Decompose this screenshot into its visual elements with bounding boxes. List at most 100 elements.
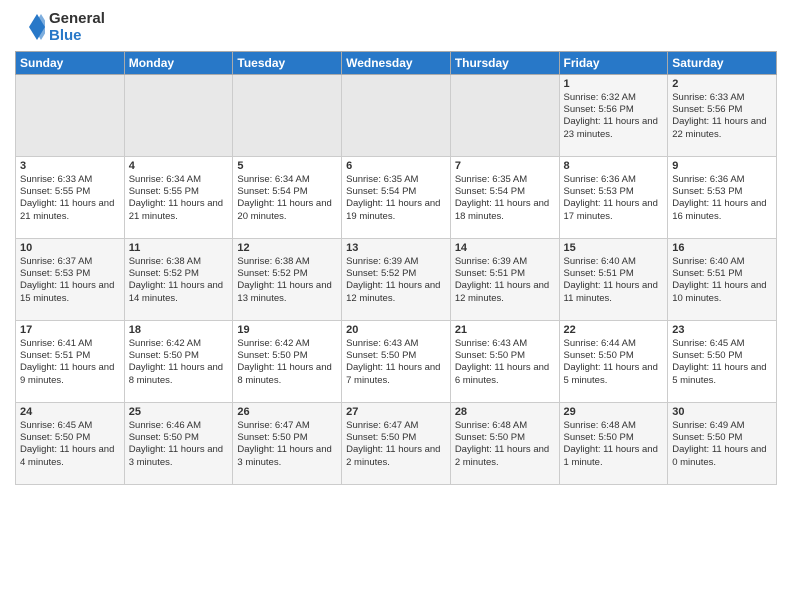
cell-info: Sunrise: 6:45 AM — [672, 338, 772, 350]
day-number: 5 — [237, 160, 337, 172]
day-number: 13 — [346, 242, 446, 254]
cell-info: Daylight: 11 hours and 6 minutes. — [455, 362, 555, 387]
day-number: 8 — [564, 160, 664, 172]
calendar-cell: 25 Sunrise: 6:46 AMSunset: 5:50 PMDayligh… — [124, 402, 233, 484]
calendar-cell: 6Sunrise: 6:35 AMSunset: 5:54 PMDaylight… — [342, 156, 451, 238]
calendar-cell: 10Sunrise: 6:37 AMSunset: 5:53 PMDayligh… — [16, 238, 125, 320]
day-number: 10 — [20, 242, 120, 254]
cell-info: Daylight: 11 hours and 12 minutes. — [455, 280, 555, 305]
calendar-cell: 15Sunrise: 6:40 AMSunset: 5:51 PMDayligh… — [559, 238, 668, 320]
cell-info: Sunset: 5:50 PM — [129, 350, 229, 362]
cell-info: Sunrise: 6:42 AM — [129, 338, 229, 350]
logo-area: General Blue — [15, 10, 105, 45]
day-number: 23 — [672, 324, 772, 336]
calendar-cell: 24Sunrise: 6:45 AMSunset: 5:50 PMDayligh… — [16, 402, 125, 484]
logo: General Blue — [15, 10, 105, 45]
cell-info: Daylight: 11 hours and 8 minutes. — [237, 362, 337, 387]
day-number: 14 — [455, 242, 555, 254]
cell-info: Daylight: 11 hours and 21 minutes. — [20, 198, 120, 223]
day-number: 2 — [672, 78, 772, 90]
calendar-cell: 14Sunrise: 6:39 AMSunset: 5:51 PMDayligh… — [450, 238, 559, 320]
day-number: 4 — [129, 160, 229, 172]
cell-info: Sunrise: 6:34 AM — [129, 174, 229, 186]
cell-info: Daylight: 11 hours and 14 minutes. — [129, 280, 229, 305]
cell-info: Sunrise: 6:35 AM — [455, 174, 555, 186]
calendar-cell: 3Sunrise: 6:33 AMSunset: 5:55 PMDaylight… — [16, 156, 125, 238]
cell-info: Sunset: 5:52 PM — [346, 268, 446, 280]
cell-info: Daylight: 11 hours and 15 minutes. — [20, 280, 120, 305]
calendar-cell: 2Sunrise: 6:33 AMSunset: 5:56 PMDaylight… — [668, 74, 777, 156]
calendar-week-1: 1Sunrise: 6:32 AMSunset: 5:56 PMDaylight… — [16, 74, 777, 156]
page: General Blue SundayMondayTuesdayWednesda… — [0, 0, 792, 612]
calendar-cell: 19Sunrise: 6:42 AMSunset: 5:50 PMDayligh… — [233, 320, 342, 402]
calendar-cell: 30Sunrise: 6:49 AMSunset: 5:50 PMDayligh… — [668, 402, 777, 484]
cell-info: Sunset: 5:54 PM — [346, 186, 446, 198]
cell-info: Sunrise: 6:44 AM — [564, 338, 664, 350]
day-number: 30 — [672, 406, 772, 418]
cell-info: Sunrise: 6:45 AM — [20, 420, 120, 432]
cell-info: Sunset: 5:51 PM — [564, 268, 664, 280]
cell-info: Sunrise: 6:49 AM — [672, 420, 772, 432]
cell-info: Daylight: 11 hours and 9 minutes. — [20, 362, 120, 387]
header-day-friday: Friday — [559, 51, 668, 74]
calendar-cell: 20Sunrise: 6:43 AMSunset: 5:50 PMDayligh… — [342, 320, 451, 402]
cell-info: Daylight: 11 hours and 1 minute. — [564, 444, 664, 469]
header-day-tuesday: Tuesday — [233, 51, 342, 74]
cell-info: Sunrise: 6:41 AM — [20, 338, 120, 350]
day-number: 26 — [237, 406, 337, 418]
calendar-cell: 16Sunrise: 6:40 AMSunset: 5:51 PMDayligh… — [668, 238, 777, 320]
cell-info: Daylight: 11 hours and 21 minutes. — [129, 198, 229, 223]
cell-info: Sunrise: 6:38 AM — [237, 256, 337, 268]
cell-info: Sunset: 5:55 PM — [129, 186, 229, 198]
cell-info: Sunrise: 6:46 AM — [129, 420, 229, 432]
day-number: 22 — [564, 324, 664, 336]
calendar-header-row: SundayMondayTuesdayWednesdayThursdayFrid… — [16, 51, 777, 74]
cell-info: Sunset: 5:50 PM — [346, 350, 446, 362]
cell-info: Sunrise: 6:43 AM — [346, 338, 446, 350]
cell-info: Sunset: 5:53 PM — [564, 186, 664, 198]
calendar-cell: 11Sunrise: 6:38 AMSunset: 5:52 PMDayligh… — [124, 238, 233, 320]
day-number: 25 — [129, 406, 229, 418]
day-number: 7 — [455, 160, 555, 172]
day-number: 15 — [564, 242, 664, 254]
cell-info: Sunset: 5:52 PM — [237, 268, 337, 280]
day-number: 20 — [346, 324, 446, 336]
cell-info: Daylight: 11 hours and 17 minutes. — [564, 198, 664, 223]
cell-info: Sunrise: 6:42 AM — [237, 338, 337, 350]
cell-info: Sunrise: 6:32 AM — [564, 92, 664, 104]
cell-info: Sunset: 5:51 PM — [672, 268, 772, 280]
day-number: 11 — [129, 242, 229, 254]
day-number: 28 — [455, 406, 555, 418]
calendar-week-3: 10Sunrise: 6:37 AMSunset: 5:53 PMDayligh… — [16, 238, 777, 320]
cell-info: Sunset: 5:54 PM — [455, 186, 555, 198]
calendar-table: SundayMondayTuesdayWednesdayThursdayFrid… — [15, 51, 777, 485]
calendar-cell: 17Sunrise: 6:41 AMSunset: 5:51 PMDayligh… — [16, 320, 125, 402]
day-number: 9 — [672, 160, 772, 172]
logo-blue-word: Blue — [49, 27, 105, 44]
cell-info: Daylight: 11 hours and 5 minutes. — [672, 362, 772, 387]
cell-info: Sunset: 5:50 PM — [346, 432, 446, 444]
day-number: 16 — [672, 242, 772, 254]
cell-info: Daylight: 11 hours and 2 minutes. — [346, 444, 446, 469]
header-day-sunday: Sunday — [16, 51, 125, 74]
cell-info: Sunrise: 6:40 AM — [672, 256, 772, 268]
day-number: 1 — [564, 78, 664, 90]
cell-info: Sunset: 5:50 PM — [237, 350, 337, 362]
cell-info: Sunset: 5:50 PM — [672, 350, 772, 362]
cell-info: Sunset: 5:56 PM — [672, 104, 772, 116]
cell-info: Sunset: 5:55 PM — [20, 186, 120, 198]
cell-info: Sunrise: 6:40 AM — [564, 256, 664, 268]
cell-info: Sunset: 5:50 PM — [564, 350, 664, 362]
cell-info: Sunset: 5:50 PM — [564, 432, 664, 444]
cell-info: Sunrise: 6:36 AM — [672, 174, 772, 186]
cell-info: Daylight: 11 hours and 3 minutes. — [237, 444, 337, 469]
calendar-cell: 23 Sunrise: 6:45 AMSunset: 5:50 PMDayligh… — [668, 320, 777, 402]
cell-info: Sunset: 5:50 PM — [237, 432, 337, 444]
cell-info: Daylight: 11 hours and 8 minutes. — [129, 362, 229, 387]
cell-info: Sunset: 5:50 PM — [20, 432, 120, 444]
header-day-thursday: Thursday — [450, 51, 559, 74]
cell-info: Daylight: 11 hours and 3 minutes. — [129, 444, 229, 469]
day-number: 17 — [20, 324, 120, 336]
day-number: 3 — [20, 160, 120, 172]
cell-info: Sunset: 5:50 PM — [129, 432, 229, 444]
